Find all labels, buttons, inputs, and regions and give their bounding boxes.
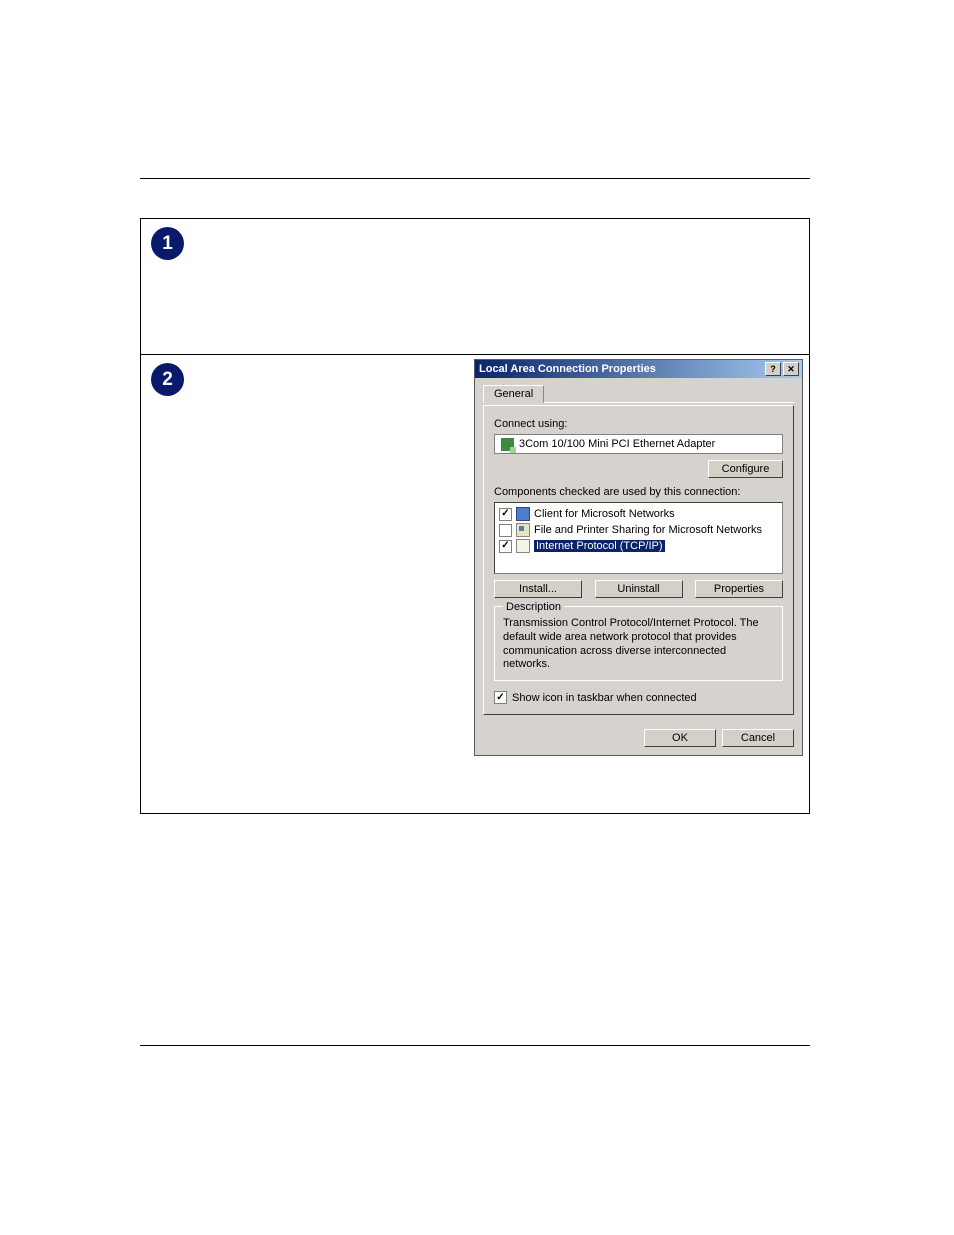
tcpip-label: Internet Protocol (TCP/IP) (534, 540, 665, 552)
tab-strip: General (483, 384, 794, 403)
cancel-button[interactable]: Cancel (722, 729, 794, 747)
properties-button[interactable]: Properties (695, 580, 783, 598)
component-list[interactable]: Client for Microsoft Networks File and P… (494, 502, 783, 574)
adapter-name: 3Com 10/100 Mini PCI Ethernet Adapter (519, 438, 715, 450)
step-row-1: 1 (141, 219, 809, 355)
adapter-field: 3Com 10/100 Mini PCI Ethernet Adapter (494, 434, 783, 454)
network-adapter-icon (501, 438, 514, 451)
bottom-divider (140, 1045, 810, 1046)
client-icon (516, 507, 530, 521)
lan-properties-dialog: Local Area Connection Properties ? ✕ Gen… (474, 359, 803, 756)
share-label: File and Printer Sharing for Microsoft N… (534, 524, 762, 536)
show-icon-label: Show icon in taskbar when connected (512, 692, 697, 704)
step-row-2: 2 Local Area Connection Properties ? ✕ G… (141, 355, 809, 813)
top-divider (140, 178, 810, 179)
tab-general[interactable]: General (483, 385, 544, 403)
component-file-printer-sharing[interactable]: File and Printer Sharing for Microsoft N… (499, 523, 778, 537)
help-button[interactable]: ? (765, 362, 781, 376)
steps-table: 1 2 Local Area Connection Properties ? ✕… (140, 218, 810, 814)
description-fieldset: Description Transmission Control Protoco… (494, 606, 783, 681)
step-bullet-1: 1 (151, 227, 184, 260)
description-legend: Description (503, 601, 564, 613)
step-bullet-2: 2 (151, 363, 184, 396)
title-bar: Local Area Connection Properties ? ✕ (475, 360, 802, 378)
client-label: Client for Microsoft Networks (534, 508, 675, 520)
checkbox-share[interactable] (499, 524, 512, 537)
uninstall-button[interactable]: Uninstall (595, 580, 683, 598)
tab-panel-general: Connect using: 3Com 10/100 Mini PCI Ethe… (483, 405, 794, 715)
dialog-title: Local Area Connection Properties (479, 363, 763, 375)
tcpip-icon (516, 539, 530, 553)
checkbox-tcpip[interactable] (499, 540, 512, 553)
checkbox-show-icon[interactable] (494, 691, 507, 704)
checkbox-client[interactable] (499, 508, 512, 521)
component-client[interactable]: Client for Microsoft Networks (499, 507, 778, 521)
description-text: Transmission Control Protocol/Internet P… (503, 617, 774, 672)
install-button[interactable]: Install... (494, 580, 582, 598)
close-button[interactable]: ✕ (783, 362, 799, 376)
ok-button[interactable]: OK (644, 729, 716, 747)
connect-using-label: Connect using: (494, 418, 783, 430)
configure-button[interactable]: Configure (708, 460, 783, 478)
component-tcpip[interactable]: Internet Protocol (TCP/IP) (499, 539, 778, 553)
share-icon (516, 523, 530, 537)
components-label: Components checked are used by this conn… (494, 486, 783, 498)
